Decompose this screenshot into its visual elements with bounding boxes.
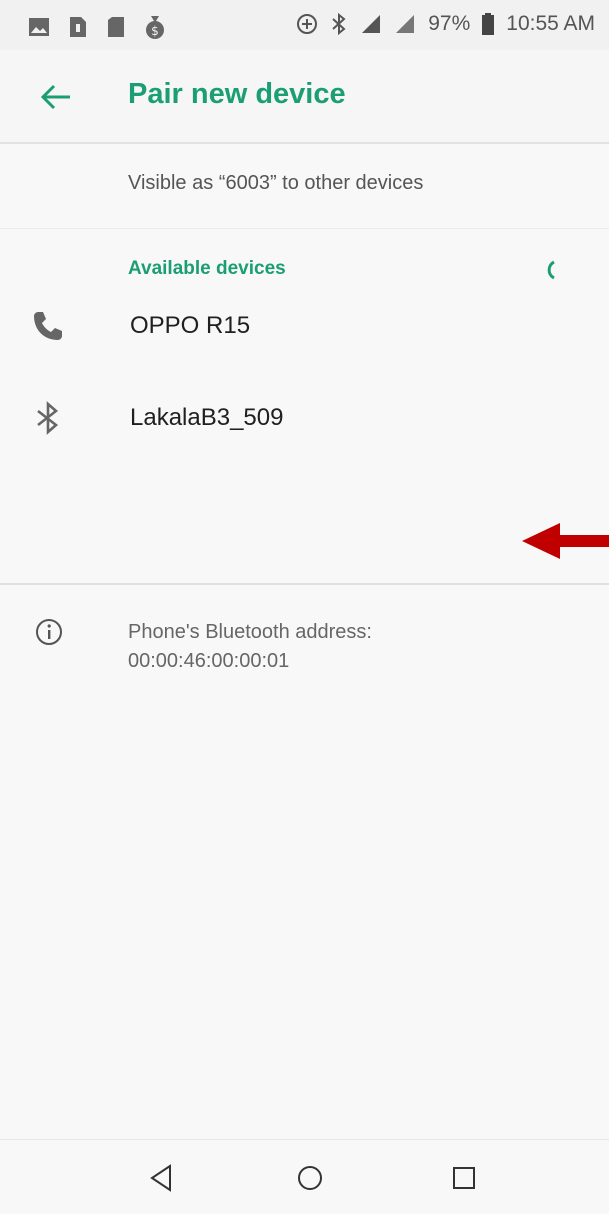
battery-percent: 97% (428, 12, 471, 35)
sd-card-icon (108, 17, 124, 37)
device-name: LakalaB3_509 (130, 404, 284, 431)
status-bar-notifications: $ (28, 14, 166, 40)
signal-icon (362, 15, 381, 33)
svg-text:$: $ (151, 24, 159, 38)
status-bar-system: 97% 10:55 AM (296, 12, 595, 36)
app-bar: Pair new device (0, 50, 609, 144)
bluetooth-icon (37, 401, 59, 435)
bluetooth-address-label: Phone's Bluetooth address: (128, 621, 372, 643)
bluetooth-address-value: 00:00:46:00:00:01 (128, 650, 290, 672)
arrow-left-icon[interactable] (36, 77, 76, 117)
data-saver-icon (297, 14, 318, 34)
device-row-lakalab3-509[interactable]: LakalaB3_509 (0, 370, 609, 460)
back-triangle-icon[interactable] (146, 1162, 178, 1194)
divider (0, 583, 609, 585)
signal-icon-2 (396, 15, 415, 33)
visibility-text: Visible as “6003” to other devices (128, 172, 424, 194)
image-icon (29, 18, 49, 36)
sim-icon (70, 17, 86, 37)
battery-icon (482, 13, 495, 35)
phone-icon (34, 312, 62, 340)
home-circle-icon[interactable] (294, 1162, 326, 1194)
recents-square-icon[interactable] (448, 1162, 480, 1194)
navigation-bar (0, 1139, 609, 1214)
progress-spinner-icon (547, 260, 555, 280)
status-bar: $ 97% 10:55 AM (0, 0, 609, 50)
bluetooth-address: Phone's Bluetooth address: 00:00:46:00:0… (128, 618, 372, 676)
info-icon (36, 619, 62, 645)
device-row-oppo-r15[interactable]: OPPO R15 (0, 284, 609, 374)
divider (0, 228, 609, 229)
device-name: OPPO R15 (130, 312, 251, 339)
available-devices-header: Available devices (128, 258, 286, 279)
money-bag-icon: $ (146, 16, 164, 39)
page-title: Pair new device (128, 78, 346, 110)
red-arrow-left-icon (522, 523, 609, 559)
clock: 10:55 AM (506, 12, 595, 35)
bluetooth-icon (332, 12, 346, 36)
